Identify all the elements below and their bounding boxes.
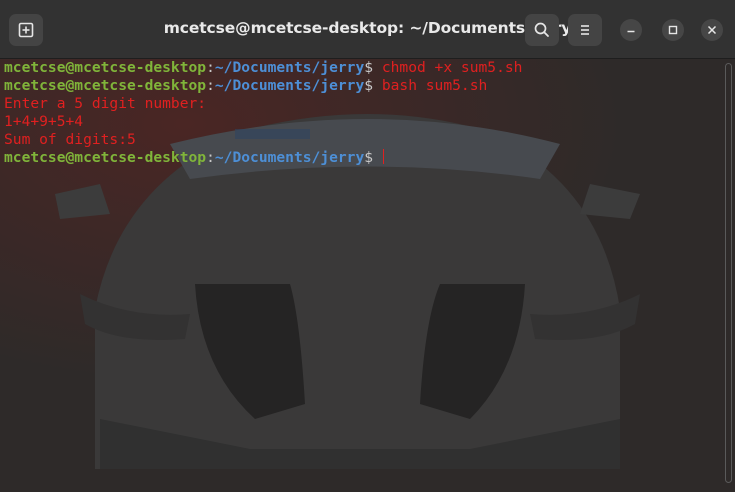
output-text: Enter a 5 digit number: — [4, 95, 207, 112]
command-text: chmod +x sum5.sh — [381, 59, 523, 76]
window-title: mcetcse@mcetcse-desktop: ~/Documents/jer… — [163, 19, 572, 37]
terminal-area[interactable]: mcetcse@mcetcse-desktop:~/Documents/jerr… — [0, 59, 735, 492]
maximize-button[interactable] — [662, 19, 684, 41]
prompt-user: mcetcse@mcetcse-desktop — [4, 149, 207, 166]
command-text: bash sum5.sh — [381, 77, 488, 94]
new-tab-icon — [18, 22, 34, 38]
minimize-button[interactable] — [620, 19, 642, 41]
output-text: 1+4+9+5+4 — [4, 113, 84, 130]
output-line: 1+4+9+5+4 — [4, 113, 721, 131]
prompt-symbol: $ — [364, 149, 382, 166]
search-button[interactable] — [525, 14, 559, 46]
prompt-line: mcetcse@mcetcse-desktop:~/Documents/jerr… — [4, 149, 721, 167]
close-button[interactable] — [701, 19, 723, 41]
prompt-colon: : — [206, 149, 215, 166]
output-text: Sum of digits:5 — [4, 131, 136, 148]
prompt-path: ~/Documents/jerry — [214, 149, 365, 166]
prompt-user: mcetcse@mcetcse-desktop — [4, 59, 207, 76]
maximize-icon — [668, 25, 678, 35]
prompt-path: ~/Documents/jerry — [214, 59, 365, 76]
menu-button[interactable] — [568, 14, 602, 46]
prompt-symbol: $ — [364, 59, 382, 76]
text-cursor — [382, 149, 384, 164]
terminal-output: mcetcse@mcetcse-desktop:~/Documents/jerr… — [4, 59, 721, 167]
title-bar[interactable]: mcetcse@mcetcse-desktop: ~/Documents/jer… — [0, 0, 735, 59]
prompt-line: mcetcse@mcetcse-desktop:~/Documents/jerr… — [4, 77, 721, 95]
minimize-icon — [627, 30, 635, 33]
new-tab-button[interactable] — [9, 14, 43, 46]
prompt-colon: : — [206, 59, 215, 76]
hamburger-menu-icon — [581, 25, 589, 35]
prompt-user: mcetcse@mcetcse-desktop — [4, 77, 207, 94]
terminal-window: mcetcse@mcetcse-desktop: ~/Documents/jer… — [0, 0, 735, 492]
output-line: Enter a 5 digit number: — [4, 95, 721, 113]
prompt-path: ~/Documents/jerry — [214, 77, 365, 94]
close-icon — [707, 25, 717, 35]
search-icon — [534, 22, 549, 37]
prompt-colon: : — [206, 77, 215, 94]
prompt-line: mcetcse@mcetcse-desktop:~/Documents/jerr… — [4, 59, 721, 77]
output-line: Sum of digits:5 — [4, 131, 721, 149]
prompt-symbol: $ — [364, 77, 382, 94]
scrollbar[interactable] — [725, 63, 732, 483]
